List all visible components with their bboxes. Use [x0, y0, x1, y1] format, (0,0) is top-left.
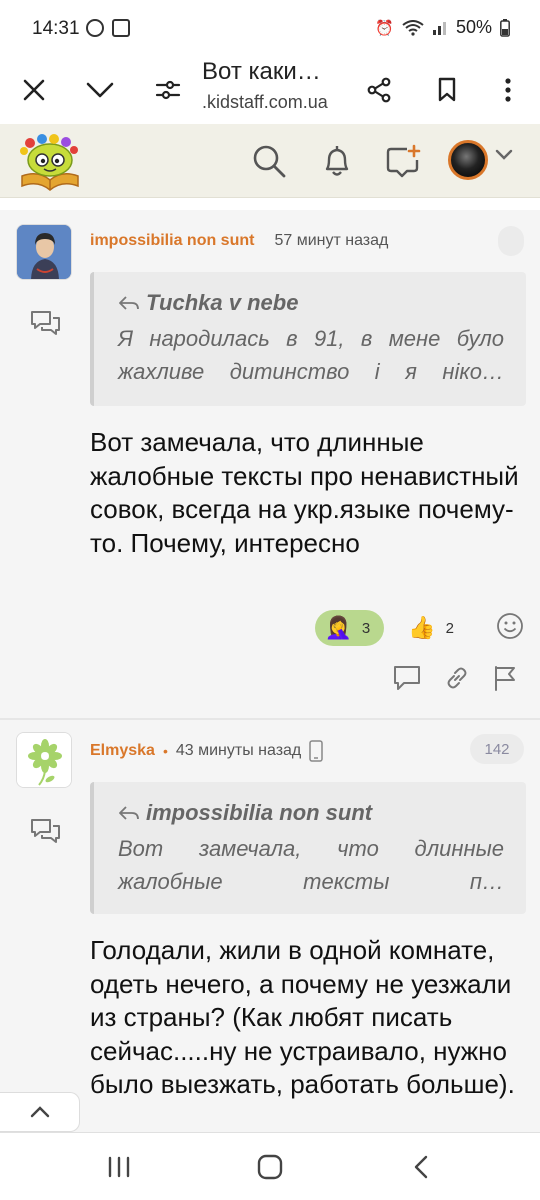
more-menu-button[interactable]: [486, 68, 530, 112]
post-time[interactable]: 43 минуты назад: [176, 742, 301, 760]
post-number-badge[interactable]: 142: [470, 734, 524, 764]
reply-button[interactable]: [28, 816, 62, 851]
user-avatar[interactable]: [448, 140, 488, 180]
status-time: 14:31: [32, 18, 80, 39]
tune-icon: [155, 80, 181, 100]
quote-block[interactable]: Tuchka v nebe Я народилась в 91, в мене …: [90, 272, 526, 406]
bookmark-button[interactable]: [425, 68, 469, 112]
kidstaff-logo[interactable]: [16, 130, 84, 192]
reply-button[interactable]: [28, 308, 62, 343]
add-reaction-button[interactable]: [482, 612, 524, 645]
status-bar: 14:31 ⏰ 50%: [0, 0, 540, 58]
author-avatar[interactable]: [16, 224, 72, 280]
post-meta: impossibilia non sunt 57 минут назад: [90, 232, 388, 250]
more-vertical-icon: [505, 78, 511, 102]
report-button[interactable]: [492, 664, 518, 697]
reactions-bar: 🤦‍♀️ 3 👍 2: [314, 610, 525, 646]
viber-icon: [86, 19, 104, 37]
signal-icon: [432, 21, 446, 35]
share-icon: [367, 77, 391, 103]
post-number-badge[interactable]: [498, 226, 524, 256]
chevron-up-icon: [30, 1106, 49, 1118]
post-time[interactable]: 57 минут назад: [274, 232, 388, 250]
address-area[interactable]: Вот каки… .kidstaff.com.ua: [202, 58, 352, 113]
close-tab-button[interactable]: [12, 68, 56, 112]
quote-block[interactable]: impossibilia non sunt Вот замечала, что …: [90, 782, 526, 914]
reply-arrow-icon: [119, 296, 139, 310]
link-icon: [447, 667, 467, 689]
author-avatar[interactable]: [16, 732, 72, 788]
smiley-icon: [497, 612, 523, 639]
wifi-icon: [402, 19, 424, 36]
back-button[interactable]: [401, 1147, 441, 1187]
page-title: Вот каки…: [202, 58, 321, 85]
comment-icon: [394, 666, 420, 690]
quote-text: Я народилась в 91, в мене було жахливе д…: [118, 326, 504, 384]
author-name[interactable]: impossibilia non sunt: [90, 232, 254, 250]
spacer: [0, 198, 540, 210]
quote-author: Tuchka v nebe: [146, 290, 299, 315]
reaction-thumbs-up[interactable]: 👍 2: [398, 610, 468, 646]
copy-link-button[interactable]: [444, 665, 470, 696]
post-body: Голодали, жили в одной комнате, одеть не…: [90, 935, 515, 1099]
bell-icon: [325, 146, 349, 176]
thumbs-up-emoji-icon: 👍: [408, 615, 436, 640]
chat-icon: [31, 819, 60, 843]
post-body: Вот замечала, что длинные жалобные текст…: [90, 427, 519, 558]
online-indicator: •: [162, 743, 168, 759]
home-icon: [257, 1154, 283, 1180]
alarm-icon: ⏰: [375, 19, 394, 37]
browser-toolbar: Вот каки… .kidstaff.com.ua: [0, 58, 540, 124]
quote-author-row: impossibilia non sunt: [118, 800, 504, 826]
bookmark-icon: [438, 77, 456, 102]
home-button[interactable]: [250, 1147, 290, 1187]
site-settings-button[interactable]: [146, 68, 190, 112]
post-actions: [392, 664, 518, 697]
minimize-button[interactable]: [78, 68, 122, 112]
reaction-facepalm[interactable]: 🤦‍♀️ 3: [314, 610, 385, 646]
comment-post: Elmyska • 43 минуты назад 142 impossibil…: [0, 720, 540, 1132]
new-message-icon: [386, 144, 421, 178]
battery-icon: [500, 18, 510, 37]
chevron-down-icon: [86, 82, 114, 98]
new-message-button[interactable]: [380, 138, 426, 184]
status-right: ⏰ 50%: [375, 17, 510, 38]
mobile-device-icon: [309, 740, 324, 762]
flag-icon: [495, 666, 515, 691]
site-header: [0, 124, 540, 198]
post-meta: Elmyska • 43 минуты назад: [90, 740, 324, 762]
reaction-count: 2: [445, 619, 454, 637]
close-icon: [23, 79, 45, 101]
chat-icon: [31, 311, 60, 335]
quote-author-row: Tuchka v nebe: [118, 290, 504, 316]
comment-button[interactable]: [392, 664, 422, 697]
search-button[interactable]: [246, 138, 292, 184]
page-url: .kidstaff.com.ua: [202, 92, 328, 112]
account-menu-chevron[interactable]: [494, 148, 514, 167]
share-button[interactable]: [357, 68, 401, 112]
system-navigation-bar: [0, 1132, 540, 1200]
reaction-count: 3: [361, 619, 371, 637]
notification-icons: [86, 19, 130, 37]
quote-author: impossibilia non sunt: [146, 800, 373, 825]
app-notification-icon: [112, 19, 130, 37]
comment-post: impossibilia non sunt 57 минут назад Tuc…: [0, 210, 540, 718]
recent-apps-button[interactable]: [99, 1147, 139, 1187]
facepalm-emoji-icon: 🤦‍♀️: [324, 615, 352, 640]
reply-arrow-icon: [119, 806, 139, 820]
quote-text: Вот замечала, что длинные жалобные текст…: [118, 836, 504, 894]
author-name[interactable]: Elmyska: [90, 742, 155, 760]
scroll-to-top-button[interactable]: [0, 1092, 80, 1132]
recent-apps-icon: [108, 1156, 130, 1178]
search-icon: [253, 145, 286, 178]
chevron-down-icon: [495, 149, 513, 160]
back-icon: [414, 1155, 428, 1179]
notifications-button[interactable]: [314, 138, 360, 184]
battery-percent: 50%: [455, 17, 492, 37]
